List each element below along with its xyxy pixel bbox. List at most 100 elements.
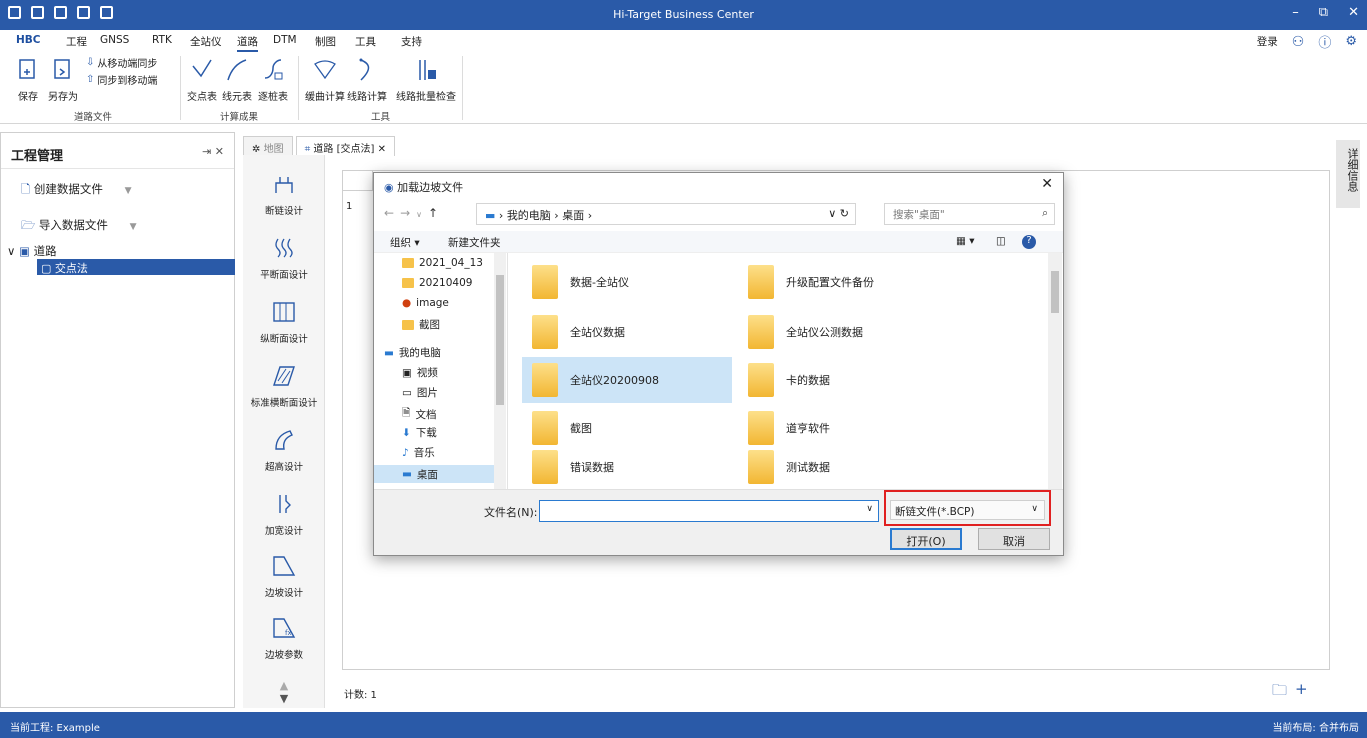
help-icon[interactable]: ⓘ	[1318, 32, 1331, 51]
curve-calc-button[interactable]: 缓曲计算	[305, 58, 345, 103]
menu-road[interactable]: 道路	[237, 34, 258, 52]
slope-params-button[interactable]: fx 边坡参数	[243, 617, 325, 661]
folder-open-icon[interactable]: 🗀	[1272, 680, 1287, 705]
profile-design-button[interactable]: 纵断面设计	[243, 301, 325, 345]
organize-button[interactable]: 组织 ▾	[390, 235, 420, 250]
new-folder-button[interactable]: 新建文件夹	[448, 235, 501, 250]
menu-drawing[interactable]: 制图	[315, 34, 336, 49]
filetype-select[interactable]: 断链文件(*.BCP) ∨	[890, 500, 1045, 520]
file-item[interactable]: 数据-全站仪	[522, 259, 732, 305]
create-data-file[interactable]: 🗋 创建数据文件 ▼	[21, 181, 131, 201]
import-data-file[interactable]: 🗁 导入数据文件 ▼	[21, 217, 137, 237]
minimize-icon[interactable]: –	[1292, 5, 1299, 20]
add-icon[interactable]: +	[1295, 680, 1308, 705]
tree-node-jd[interactable]: ▢ 交点法	[37, 259, 235, 275]
help-icon[interactable]: ?	[1022, 235, 1036, 249]
preview-pane-icon[interactable]: ◫	[996, 235, 1006, 247]
file-item[interactable]: 升级配置文件备份	[738, 259, 948, 305]
menu-support[interactable]: 支持	[401, 34, 422, 49]
chevron-down-icon[interactable]: ∨	[866, 504, 873, 514]
file-item[interactable]: 测试数据	[738, 445, 948, 489]
chevron-down-icon[interactable]: ∨	[1031, 504, 1038, 514]
settings-icon[interactable]: ⚙	[1345, 34, 1357, 49]
chevron-down-icon[interactable]: ▼	[130, 222, 137, 232]
file-item[interactable]: 全站仪数据	[522, 309, 732, 355]
menu-tools[interactable]: 工具	[355, 34, 376, 49]
recent-icon[interactable]: ∨	[416, 210, 428, 219]
nav-item[interactable]: 20210409	[402, 277, 472, 289]
widening-design-button[interactable]: 加宽设计	[243, 493, 325, 537]
user-icon[interactable]: ⚇	[1292, 34, 1305, 50]
file-label: 全站仪公测数据	[786, 326, 863, 339]
restore-icon[interactable]: ⧉	[1319, 5, 1328, 20]
menu-rtk[interactable]: RTK	[152, 34, 172, 46]
login-link[interactable]: 登录	[1257, 34, 1278, 49]
slope-design-button[interactable]: 边坡设计	[243, 555, 325, 599]
route-calc-button[interactable]: 线路计算	[347, 58, 387, 103]
sync-to-mobile-button[interactable]: ⇧ 同步到移动端	[86, 72, 157, 87]
save-button[interactable]: 保存	[16, 58, 40, 103]
chain-design-button[interactable]: 断链设计	[243, 173, 325, 217]
file-item-selected[interactable]: 全站仪20200908	[522, 357, 732, 403]
nav-item[interactable]: 截图	[402, 317, 440, 332]
line-table-button[interactable]: 线元表	[222, 58, 252, 103]
menu-hbc[interactable]: HBC	[16, 34, 41, 46]
folder-icon	[748, 265, 774, 299]
nav-item[interactable]: ♪ 音乐	[402, 445, 435, 460]
pile-table-button[interactable]: 逐桩表	[258, 58, 288, 103]
pin-close-icon[interactable]: ⇥ ✕	[202, 145, 224, 158]
nav-item[interactable]: 🗎 文档	[402, 405, 436, 423]
tree-node-road[interactable]: ∨ ▣ 道路	[7, 243, 57, 259]
menu-dtm[interactable]: DTM	[273, 34, 297, 46]
file-item[interactable]: 错误数据	[522, 445, 732, 489]
cross-section-design-button[interactable]: 标准横断面设计	[243, 365, 325, 409]
back-icon[interactable]: ←	[384, 206, 400, 220]
view-icon[interactable]: ▦ ▾	[956, 235, 975, 247]
jd-table-button[interactable]: 交点表	[187, 58, 217, 103]
sync-from-mobile-button[interactable]: ⇩ 从移动端同步	[86, 55, 157, 70]
filename-input[interactable]: ∨	[539, 500, 879, 522]
chevron-up-icon[interactable]: ▲	[280, 679, 288, 692]
scroll-thumb[interactable]	[496, 275, 504, 405]
details-side-tab[interactable]: 详细信息	[1336, 140, 1360, 208]
dialog-close-icon[interactable]: ✕	[1041, 176, 1053, 192]
forward-icon[interactable]: →	[400, 206, 416, 220]
open-button[interactable]: 打开(O)	[890, 528, 962, 550]
nav-item[interactable]: 2021_04_13	[402, 257, 483, 269]
save-as-button[interactable]: 另存为	[48, 58, 78, 103]
scroll-thumb[interactable]	[1051, 271, 1059, 313]
chevron-down-icon[interactable]: ▼	[125, 186, 132, 196]
tab-road-jd[interactable]: ⌗ 道路 [交点法] ✕	[295, 136, 395, 156]
up-icon[interactable]: ↑	[428, 206, 444, 220]
refresh-icon[interactable]: ∨ ↻	[828, 207, 849, 220]
nav-item-computer[interactable]: ▬ 我的电脑	[384, 345, 441, 360]
scroll-arrows[interactable]: ▲ ▼	[243, 679, 325, 705]
curve-calc-label: 缓曲计算	[305, 92, 345, 103]
nav-item[interactable]: ⬇ 下载	[402, 425, 437, 440]
batch-check-button[interactable]: 线路批量检查	[396, 58, 456, 103]
nav-item[interactable]: ● image	[402, 297, 449, 309]
superelevation-design-button[interactable]: 超高设计	[243, 429, 325, 473]
tab-map[interactable]: ✲ 地图	[243, 136, 293, 156]
nav-item[interactable]: ▣ 视频	[402, 365, 438, 380]
breadcrumb-desktop[interactable]: 桌面	[562, 209, 584, 222]
nav-item[interactable]: ▭ 图片	[402, 385, 438, 400]
file-list-scrollbar[interactable]	[1048, 253, 1062, 489]
menu-project[interactable]: 工程	[66, 34, 87, 49]
menu-total-station[interactable]: 全站仪	[190, 34, 222, 49]
breadcrumb-computer[interactable]: 我的电脑	[507, 209, 551, 222]
address-bar[interactable]: ▬ › 我的电脑 › 桌面 › ∨ ↻	[476, 203, 856, 225]
file-item[interactable]: 全站仪公测数据	[738, 309, 948, 355]
expand-icon[interactable]: ∨	[7, 244, 15, 258]
search-input[interactable]: 搜索"桌面" ⌕	[884, 203, 1055, 225]
cancel-button[interactable]: 取消	[978, 528, 1050, 550]
file-item[interactable]: 卡的数据	[738, 357, 948, 403]
nav-scrollbar[interactable]	[494, 253, 506, 489]
nav-item-desktop[interactable]: ▬ 桌面	[374, 465, 496, 483]
close-icon[interactable]: ✕	[1348, 5, 1359, 20]
tool-label: 断链设计	[264, 206, 303, 217]
plane-design-button[interactable]: 平断面设计	[243, 237, 325, 281]
chevron-down-icon[interactable]: ▼	[280, 692, 288, 705]
menu-gnss[interactable]: GNSS	[100, 34, 129, 46]
close-icon[interactable]: ✕	[378, 144, 386, 155]
